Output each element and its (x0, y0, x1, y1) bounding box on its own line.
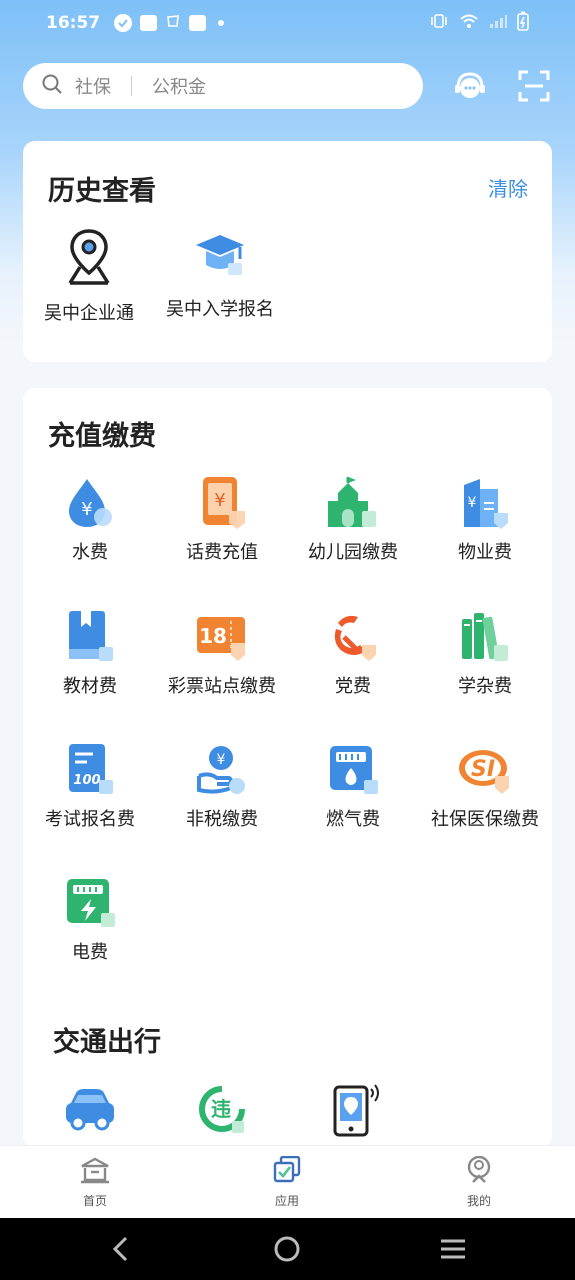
bottom-nav: 首页 应用 我的 (0, 1145, 575, 1218)
property-fee-icon: ¥ (456, 474, 514, 532)
service-label: 学杂费 (458, 676, 512, 697)
electricity-icon (61, 874, 119, 932)
service-label: 话费充值 (186, 542, 258, 563)
service-water-fee[interactable]: ¥ 水费 (24, 474, 156, 564)
svg-text:¥: ¥ (81, 499, 92, 520)
service-label: 考试报名费 (45, 809, 135, 830)
history-title: 历史查看 (48, 176, 156, 207)
wifi-icon (459, 13, 479, 34)
svg-text:违: 违 (211, 1097, 231, 1121)
nav-apps[interactable]: 应用 (247, 1155, 327, 1209)
svg-text:100: 100 (73, 773, 100, 788)
transport-item-car[interactable] (24, 1080, 156, 1138)
textbook-icon (61, 608, 119, 666)
transport-item-violation[interactable]: 违 (156, 1080, 288, 1138)
service-label: 彩票站点缴费 (168, 676, 276, 697)
nav-home[interactable]: 首页 (55, 1156, 135, 1209)
service-label: 非税缴费 (186, 809, 258, 830)
service-lottery-fee[interactable]: 18 彩票站点缴费 (156, 608, 288, 698)
nav-label: 我的 (466, 1194, 491, 1208)
search-row: 社保 公积金 (23, 63, 553, 109)
more-notifications-icon (218, 20, 225, 26)
service-label: 党费 (335, 676, 371, 697)
customer-service-icon[interactable] (451, 67, 489, 105)
map-pin-icon (64, 227, 114, 291)
svg-text:SI: SI (471, 757, 495, 782)
kindergarten-icon (324, 474, 382, 532)
car-icon (61, 1080, 119, 1138)
status-bar: 16:57 (0, 0, 575, 46)
signal-icon (489, 13, 507, 34)
clear-history-link[interactable]: 清除 (488, 173, 528, 202)
recent-apps-icon[interactable] (438, 1234, 468, 1264)
service-label: 幼儿园缴费 (308, 542, 398, 563)
service-kindergarten-fee[interactable]: 幼儿园缴费 (287, 474, 419, 564)
back-icon[interactable] (106, 1234, 136, 1264)
search-hint-social-security: 社保 (75, 77, 111, 98)
service-label: 教材费 (63, 676, 117, 697)
svg-text:¥: ¥ (468, 495, 477, 511)
nav-profile[interactable]: 我的 (439, 1155, 519, 1209)
search-icon (41, 73, 63, 100)
app-icon (165, 13, 181, 34)
home-icon (79, 1156, 111, 1188)
check-icon (114, 14, 133, 32)
services-card: 充值缴费 ¥ 水费 ¥ 话费充值 幼儿园缴费 ¥ 物业费 教材费 18 彩票站点… (23, 388, 552, 1148)
service-textbook-fee[interactable]: 教材费 (24, 608, 156, 698)
svg-text:¥: ¥ (217, 752, 226, 768)
exam-icon: 100 (61, 741, 119, 799)
status-time: 16:57 (46, 13, 101, 33)
service-non-tax-fee[interactable]: ¥ 非税缴费 (156, 741, 288, 831)
party-fee-icon (324, 608, 382, 666)
service-social-insurance-fee[interactable]: SI 社保医保缴费 (419, 741, 551, 831)
service-electricity-fee[interactable]: 电费 (24, 874, 156, 964)
graduation-cap-icon (192, 227, 248, 287)
gas-meter-icon (324, 741, 382, 799)
service-exam-fee[interactable]: 100 考试报名费 (24, 741, 156, 831)
service-tuition-fee[interactable]: 学杂费 (419, 608, 551, 698)
transport-item-location[interactable] (287, 1080, 419, 1138)
scan-icon[interactable] (515, 67, 553, 105)
phone-location-icon (324, 1080, 382, 1138)
nav-label: 首页 (82, 1194, 107, 1208)
battery-icon (517, 11, 529, 36)
phone-recharge-icon: ¥ (193, 474, 251, 532)
service-phone-recharge[interactable]: ¥ 话费充值 (156, 474, 288, 564)
history-item-enrollment[interactable]: 吴中入学报名 (155, 227, 285, 321)
history-card: 历史查看 清除 吴中企业通 吴中入学报名 (23, 141, 552, 362)
service-label: 物业费 (458, 542, 512, 563)
transport-section-title: 交通出行 (53, 1027, 161, 1058)
service-label: 社保医保缴费 (431, 809, 539, 830)
svg-text:¥: ¥ (214, 490, 225, 511)
water-drop-icon: ¥ (61, 474, 119, 532)
service-label: 电费 (72, 942, 108, 963)
home-circle-icon[interactable] (272, 1234, 302, 1264)
violation-icon: 违 (193, 1080, 251, 1138)
payments-section-title: 充值缴费 (48, 421, 156, 452)
history-item-enterprise[interactable]: 吴中企业通 (24, 227, 154, 325)
search-hint-housing-fund: 公积金 (152, 77, 206, 98)
mail-icon (140, 15, 158, 31)
system-nav-bar (0, 1218, 575, 1280)
service-property-fee[interactable]: ¥ 物业费 (419, 474, 551, 564)
service-label: 燃气费 (326, 809, 380, 830)
service-gas-fee[interactable]: 燃气费 (287, 741, 419, 831)
vibrate-icon (429, 13, 449, 34)
service-label: 水费 (72, 542, 108, 563)
notification-icon (189, 15, 207, 31)
nav-label: 应用 (274, 1194, 299, 1208)
search-divider (131, 76, 132, 96)
svg-text:18: 18 (199, 624, 227, 648)
search-input[interactable]: 社保 公积金 (23, 63, 423, 109)
history-item-label: 吴中入学报名 (166, 299, 274, 320)
history-item-label: 吴中企业通 (44, 303, 134, 324)
service-party-fee[interactable]: 党费 (287, 608, 419, 698)
lottery-icon: 18 (193, 608, 251, 666)
hand-coin-icon: ¥ (193, 741, 251, 799)
social-security-icon: SI (456, 741, 514, 799)
books-icon (456, 608, 514, 666)
profile-icon (463, 1155, 495, 1188)
apps-icon (271, 1155, 303, 1188)
